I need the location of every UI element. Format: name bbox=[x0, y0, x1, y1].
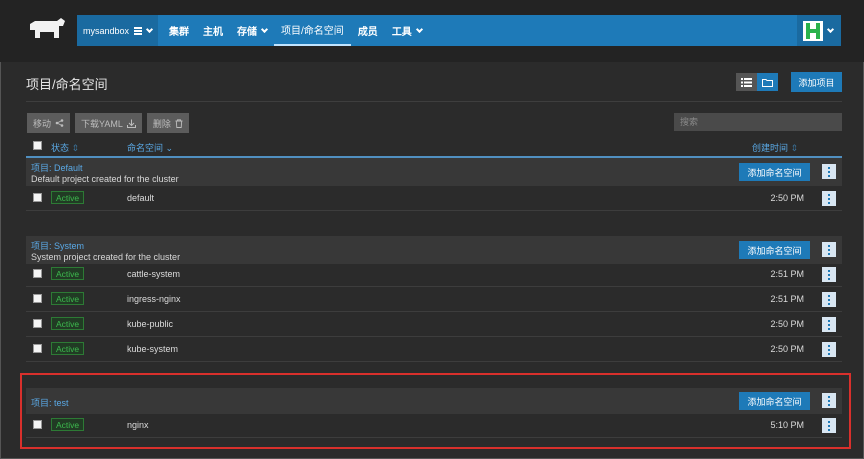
project-description: Default project created for the cluster bbox=[31, 174, 179, 184]
state-header-label: 状态 bbox=[51, 143, 70, 153]
namespace-column-header[interactable]: 命名空间 ⌄ bbox=[127, 141, 173, 154]
project-name[interactable]: 项目: System bbox=[31, 239, 84, 252]
project-description: System project created for the cluster bbox=[31, 252, 181, 262]
row-checkbox[interactable] bbox=[33, 319, 42, 328]
nav-item-0[interactable]: 集群 bbox=[162, 15, 196, 46]
sort-down-icon: ⌄ bbox=[165, 143, 174, 153]
more-actions-icon[interactable] bbox=[822, 267, 836, 282]
bulk-actions: 移动 下载YAML 删除 bbox=[27, 113, 189, 133]
download-yaml-label: 下载YAML bbox=[81, 118, 123, 129]
row-checkbox[interactable] bbox=[33, 344, 42, 353]
page-title: 项目/命名空间 bbox=[26, 77, 108, 92]
nav-item-label: 成员 bbox=[357, 27, 378, 38]
nav-item-1[interactable]: 主机 bbox=[196, 15, 230, 46]
top-header: mysandbox 集群 主机 存储 项目/命名空间 成员 工具 bbox=[0, 0, 864, 62]
namespace-name[interactable]: cattle-system bbox=[127, 269, 180, 279]
folder-icon bbox=[762, 78, 773, 87]
download-icon bbox=[126, 119, 136, 128]
namespace-name[interactable]: kube-system bbox=[127, 344, 178, 354]
list-view-button[interactable] bbox=[736, 73, 757, 91]
search-input[interactable] bbox=[674, 113, 842, 131]
folder-view-button[interactable] bbox=[757, 73, 778, 91]
table-row: Active default 2:50 PM bbox=[26, 186, 842, 211]
table-header: 状态 ⇕ 命名空间 ⌄ 创建时间 ⇕ bbox=[26, 138, 842, 156]
created-time: 2:50 PM bbox=[770, 319, 804, 329]
view-toggle bbox=[736, 73, 778, 91]
status-badge: Active bbox=[51, 292, 85, 305]
chevron-down-icon bbox=[145, 25, 154, 33]
select-all-checkbox[interactable] bbox=[33, 141, 42, 150]
cluster-name: mysandbox bbox=[83, 25, 130, 36]
status-badge: Active bbox=[51, 267, 85, 280]
nav-items: 集群 主机 存储 项目/命名空间 成员 工具 bbox=[162, 15, 429, 46]
created-header-label: 创建时间 bbox=[752, 143, 789, 153]
namespace-name[interactable]: default bbox=[127, 193, 154, 203]
more-actions-icon[interactable] bbox=[822, 292, 836, 307]
chevron-down-icon bbox=[260, 25, 269, 33]
project-name[interactable]: 项目: Default bbox=[31, 161, 83, 174]
more-actions-icon[interactable] bbox=[822, 317, 836, 332]
created-time: 2:50 PM bbox=[770, 344, 804, 354]
table-row: Active ingress-nginx 2:51 PM bbox=[26, 287, 842, 312]
move-label: 移动 bbox=[33, 118, 52, 129]
row-checkbox[interactable] bbox=[33, 294, 42, 303]
nav-item-2[interactable]: 存储 bbox=[230, 15, 274, 46]
list-icon bbox=[741, 77, 752, 87]
sort-icon: ⇕ bbox=[790, 143, 799, 153]
add-namespace-button[interactable]: 添加命名空间 bbox=[739, 163, 810, 181]
delete-button[interactable]: 删除 bbox=[146, 113, 189, 133]
sort-icon: ⇕ bbox=[71, 143, 80, 153]
nav-item-label: 存储 bbox=[237, 27, 258, 38]
table-row: Active kube-system 2:50 PM bbox=[26, 337, 842, 362]
created-time: 2:51 PM bbox=[770, 269, 804, 279]
nav-item-3[interactable]: 项目/命名空间 bbox=[274, 15, 351, 46]
project-menu-icon[interactable] bbox=[822, 242, 836, 257]
main-nav: mysandbox 集群 主机 存储 项目/命名空间 成员 工具 bbox=[77, 15, 841, 46]
user-menu[interactable] bbox=[797, 15, 841, 46]
namespace-name[interactable]: ingress-nginx bbox=[127, 294, 181, 304]
nav-item-5[interactable]: 工具 bbox=[385, 15, 429, 46]
created-time: 2:50 PM bbox=[770, 193, 804, 203]
highlight-box bbox=[20, 373, 851, 449]
nav-item-label: 主机 bbox=[203, 27, 224, 38]
list-icon bbox=[134, 26, 143, 35]
add-project-button[interactable]: 添加项目 bbox=[791, 72, 842, 92]
status-badge: Active bbox=[51, 342, 85, 355]
nav-item-4[interactable]: 成员 bbox=[351, 15, 385, 46]
move-button[interactable]: 移动 bbox=[27, 113, 71, 133]
nav-item-label: 集群 bbox=[169, 27, 190, 38]
status-badge: Active bbox=[51, 191, 85, 204]
namespace-header-label: 命名空间 bbox=[127, 143, 164, 153]
project-group-header: 项目: Default Default project created for t… bbox=[26, 158, 842, 186]
share-icon bbox=[55, 119, 64, 127]
trash-icon bbox=[175, 118, 183, 128]
rancher-logo-icon[interactable] bbox=[26, 18, 66, 44]
nav-item-label: 项目/命名空间 bbox=[281, 26, 344, 37]
project-menu-icon[interactable] bbox=[822, 164, 836, 179]
cluster-selector[interactable]: mysandbox bbox=[77, 15, 159, 46]
chevron-down-icon bbox=[415, 25, 423, 33]
created-time: 2:51 PM bbox=[770, 294, 804, 304]
add-namespace-button[interactable]: 添加命名空间 bbox=[739, 241, 810, 259]
chevron-down-icon bbox=[826, 25, 835, 33]
download-yaml-button[interactable]: 下载YAML bbox=[75, 113, 142, 133]
divider bbox=[26, 101, 842, 102]
row-checkbox[interactable] bbox=[33, 193, 42, 202]
more-actions-icon[interactable] bbox=[822, 342, 836, 357]
table-row: Active kube-public 2:50 PM bbox=[26, 312, 842, 337]
more-actions-icon[interactable] bbox=[822, 191, 836, 206]
status-badge: Active bbox=[51, 317, 85, 330]
created-column-header[interactable]: 创建时间 ⇕ bbox=[752, 141, 798, 154]
avatar bbox=[803, 20, 823, 41]
project-group-header: 项目: System System project created for the… bbox=[26, 236, 842, 264]
table-row: Active cattle-system 2:51 PM bbox=[26, 262, 842, 287]
row-checkbox[interactable] bbox=[33, 269, 42, 278]
state-column-header[interactable]: 状态 ⇕ bbox=[51, 141, 79, 154]
namespace-name[interactable]: kube-public bbox=[127, 319, 173, 329]
delete-label: 删除 bbox=[152, 118, 171, 129]
nav-item-label: 工具 bbox=[391, 27, 412, 38]
